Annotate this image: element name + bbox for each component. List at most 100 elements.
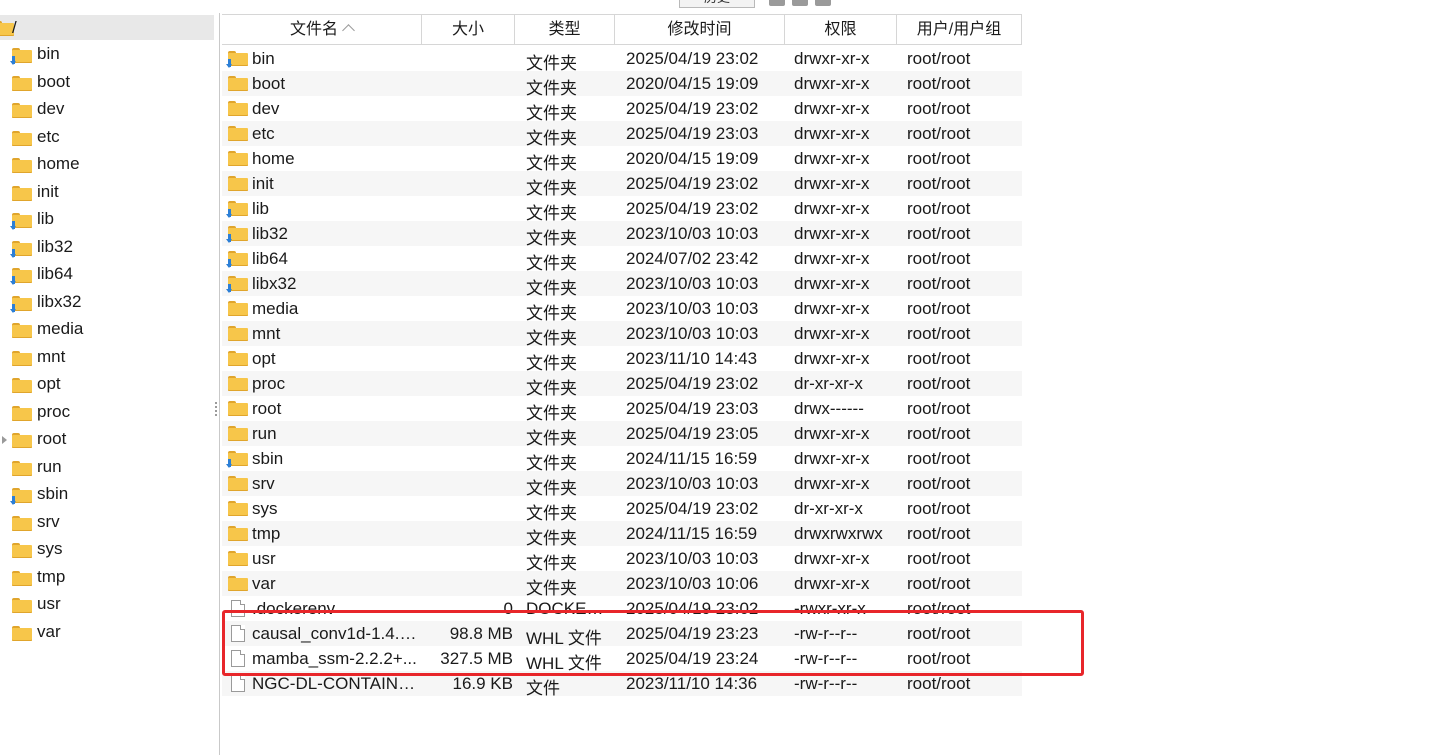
file-row[interactable]: boot 文件夹 2020/04/15 19:09 drwxr-xr-x root/ro… [222, 71, 1022, 98]
folder-icon [228, 401, 248, 416]
cell-perm: drwxr-xr-x [794, 174, 870, 193]
tree-item-tmp[interactable]: tmp [0, 565, 214, 591]
folder-icon [228, 551, 248, 566]
tree-item-media[interactable]: media [0, 317, 214, 343]
file-icon [231, 600, 245, 617]
tree-item-lib32[interactable]: lib32 [0, 235, 214, 261]
tree-item-home[interactable]: home [0, 152, 214, 178]
file-row[interactable]: bin 文件夹 2025/04/19 23:02 drwxr-xr-x root/roo… [222, 46, 1022, 73]
cell-mtime: 2023/10/03 10:03 [626, 549, 759, 568]
cell-size: 327.5 MB [440, 649, 513, 668]
file-row[interactable]: lib 文件夹 2025/04/19 23:02 drwxr-xr-x root/roo… [222, 196, 1022, 223]
file-row[interactable]: init 文件夹 2025/04/19 23:02 drwxr-xr-x root/ro… [222, 171, 1022, 198]
tree-item-proc[interactable]: proc [0, 400, 214, 426]
sort-ascending-icon [342, 24, 355, 37]
tree-item-libx32[interactable]: libx32 [0, 290, 214, 316]
cell-mtime: 2023/10/03 10:03 [626, 474, 759, 493]
tree-item-bin[interactable]: bin [0, 42, 214, 68]
refresh-icon[interactable] [769, 0, 785, 6]
cell-size: 0 [503, 599, 513, 618]
panel-splitter[interactable] [219, 13, 220, 755]
file-row[interactable]: proc 文件夹 2025/04/19 23:02 dr-xr-xr-x root/ro… [222, 371, 1022, 398]
tree-item-sbin[interactable]: sbin [0, 482, 214, 508]
cell-name: libx32 [252, 274, 297, 293]
cell-owner: root/root [907, 674, 971, 693]
folder-icon [228, 151, 248, 166]
file-row[interactable]: srv 文件夹 2023/10/03 10:03 drwxr-xr-x root/roo… [222, 471, 1022, 498]
file-row[interactable]: usr 文件夹 2023/10/03 10:03 drwxr-xr-x root/roo… [222, 546, 1022, 573]
column-header-size[interactable]: 大小 [422, 15, 515, 45]
folder-icon [228, 126, 248, 141]
history-button[interactable]: 历史 [679, 0, 755, 8]
folder-link-icon [226, 251, 248, 268]
file-row[interactable]: home 文件夹 2020/04/15 19:09 drwxr-xr-x root/ro… [222, 146, 1022, 173]
folder-link-icon [226, 276, 248, 293]
tree-item-label: boot [37, 71, 71, 91]
tree-item-run[interactable]: run [0, 455, 214, 481]
file-row[interactable]: tmp 文件夹 2024/11/15 16:59 drwxrwxrwx root/roo… [222, 521, 1022, 548]
tree-item-label: srv [37, 511, 60, 531]
folder-icon [228, 426, 248, 441]
tree-item-srv[interactable]: srv [0, 510, 214, 536]
file-row[interactable]: NGC-DL-CONTAINE... 16.9 KB 文件 2023/11/10 14… [222, 671, 1022, 698]
tree-item-root[interactable]: root [0, 427, 214, 453]
file-row[interactable]: media 文件夹 2023/10/03 10:03 drwxr-xr-x root/r… [222, 296, 1022, 323]
column-header-permissions[interactable]: 权限 [785, 15, 897, 45]
cell-mtime: 2025/04/19 23:03 [626, 124, 759, 143]
cell-owner: root/root [907, 599, 971, 618]
file-row[interactable]: lib32 文件夹 2023/10/03 10:03 drwxr-xr-x root/r… [222, 221, 1022, 248]
cell-perm: drwxr-xr-x [794, 274, 870, 293]
file-row[interactable]: var 文件夹 2023/10/03 10:06 drwxr-xr-x root/roo… [222, 571, 1022, 598]
file-row[interactable]: .dockerenv 0 DOCKERE... 2025/04/19 23:02 -rw… [222, 596, 1022, 621]
file-row[interactable]: lib64 文件夹 2024/07/02 23:42 drwxr-xr-x root/r… [222, 246, 1022, 273]
file-row[interactable]: causal_conv1d-1.4.0... 98.8 MB WHL 文件 2025/… [222, 621, 1022, 648]
tree-item-etc[interactable]: etc [0, 125, 214, 151]
column-header-name[interactable]: 文件名 [222, 15, 422, 45]
tree-item-usr[interactable]: usr [0, 592, 214, 618]
column-header-owner[interactable]: 用户/用户组 [897, 15, 1022, 45]
cell-perm: drwxr-xr-x [794, 549, 870, 568]
tree-item-lib64[interactable]: lib64 [0, 262, 214, 288]
file-row[interactable]: sys 文件夹 2025/04/19 23:02 dr-xr-xr-x root/roo… [222, 496, 1022, 523]
expand-arrow-icon[interactable] [2, 436, 7, 444]
tree-item-lib[interactable]: lib [0, 207, 214, 233]
folder-icon [228, 326, 248, 341]
tree-root-item[interactable]: / [0, 15, 214, 40]
tree-item-boot[interactable]: boot [0, 70, 214, 96]
file-row[interactable]: mnt 文件夹 2023/10/03 10:03 drwxr-xr-x root/roo… [222, 321, 1022, 348]
cell-size: 16.9 KB [452, 674, 514, 693]
file-row[interactable]: libx32 文件夹 2023/10/03 10:03 drwxr-xr-x root/… [222, 271, 1022, 298]
file-row[interactable]: root 文件夹 2025/04/19 23:03 drwx------ root/ro… [222, 396, 1022, 423]
cell-owner: root/root [907, 324, 971, 343]
folder-icon [228, 76, 248, 91]
file-row[interactable]: etc 文件夹 2025/04/19 23:03 drwxr-xr-x root/roo… [222, 121, 1022, 148]
file-row[interactable]: dev 文件夹 2025/04/19 23:02 drwxr-xr-x root/roo… [222, 96, 1022, 123]
column-header-type[interactable]: 类型 [515, 15, 615, 45]
folder-link-icon [10, 48, 32, 65]
cell-name: .dockerenv [252, 599, 336, 618]
tree-item-label: usr [37, 594, 61, 613]
tree-item-var[interactable]: var [0, 620, 214, 646]
file-row[interactable]: run 文件夹 2025/04/19 23:05 drwxr-xr-x root/roo… [222, 421, 1022, 448]
cell-owner: root/root [907, 49, 971, 68]
cell-owner: root/root [907, 549, 971, 568]
cell-name: sys [252, 499, 278, 518]
cell-mtime: 2023/10/03 10:03 [626, 324, 759, 343]
cell-name: run [252, 424, 277, 443]
tree-item-mnt[interactable]: mnt [0, 345, 214, 371]
splitter-grip-icon[interactable] [215, 402, 218, 418]
upload-icon[interactable] [815, 0, 831, 6]
column-name-label: 文件名 [289, 21, 338, 38]
cell-perm: drwxr-xr-x [794, 99, 870, 118]
cell-mtime: 2023/10/03 10:03 [626, 224, 759, 243]
tree-item-init[interactable]: init [0, 180, 214, 206]
tree-item-sys[interactable]: sys [0, 537, 214, 563]
cell-owner: root/root [907, 349, 971, 368]
download-icon[interactable] [792, 0, 808, 6]
file-row[interactable]: opt 文件夹 2023/11/10 14:43 drwxr-xr-x root/roo… [222, 346, 1022, 373]
tree-item-dev[interactable]: dev [0, 97, 214, 123]
file-row[interactable]: sbin 文件夹 2024/11/15 16:59 drwxr-xr-x root/ro… [222, 446, 1022, 473]
column-header-mtime[interactable]: 修改时间 [615, 15, 785, 45]
tree-item-opt[interactable]: opt [0, 372, 214, 398]
file-row[interactable]: mamba_ssm-2.2.2+... 327.5 MB WHL 文件 2025/04… [222, 646, 1022, 673]
